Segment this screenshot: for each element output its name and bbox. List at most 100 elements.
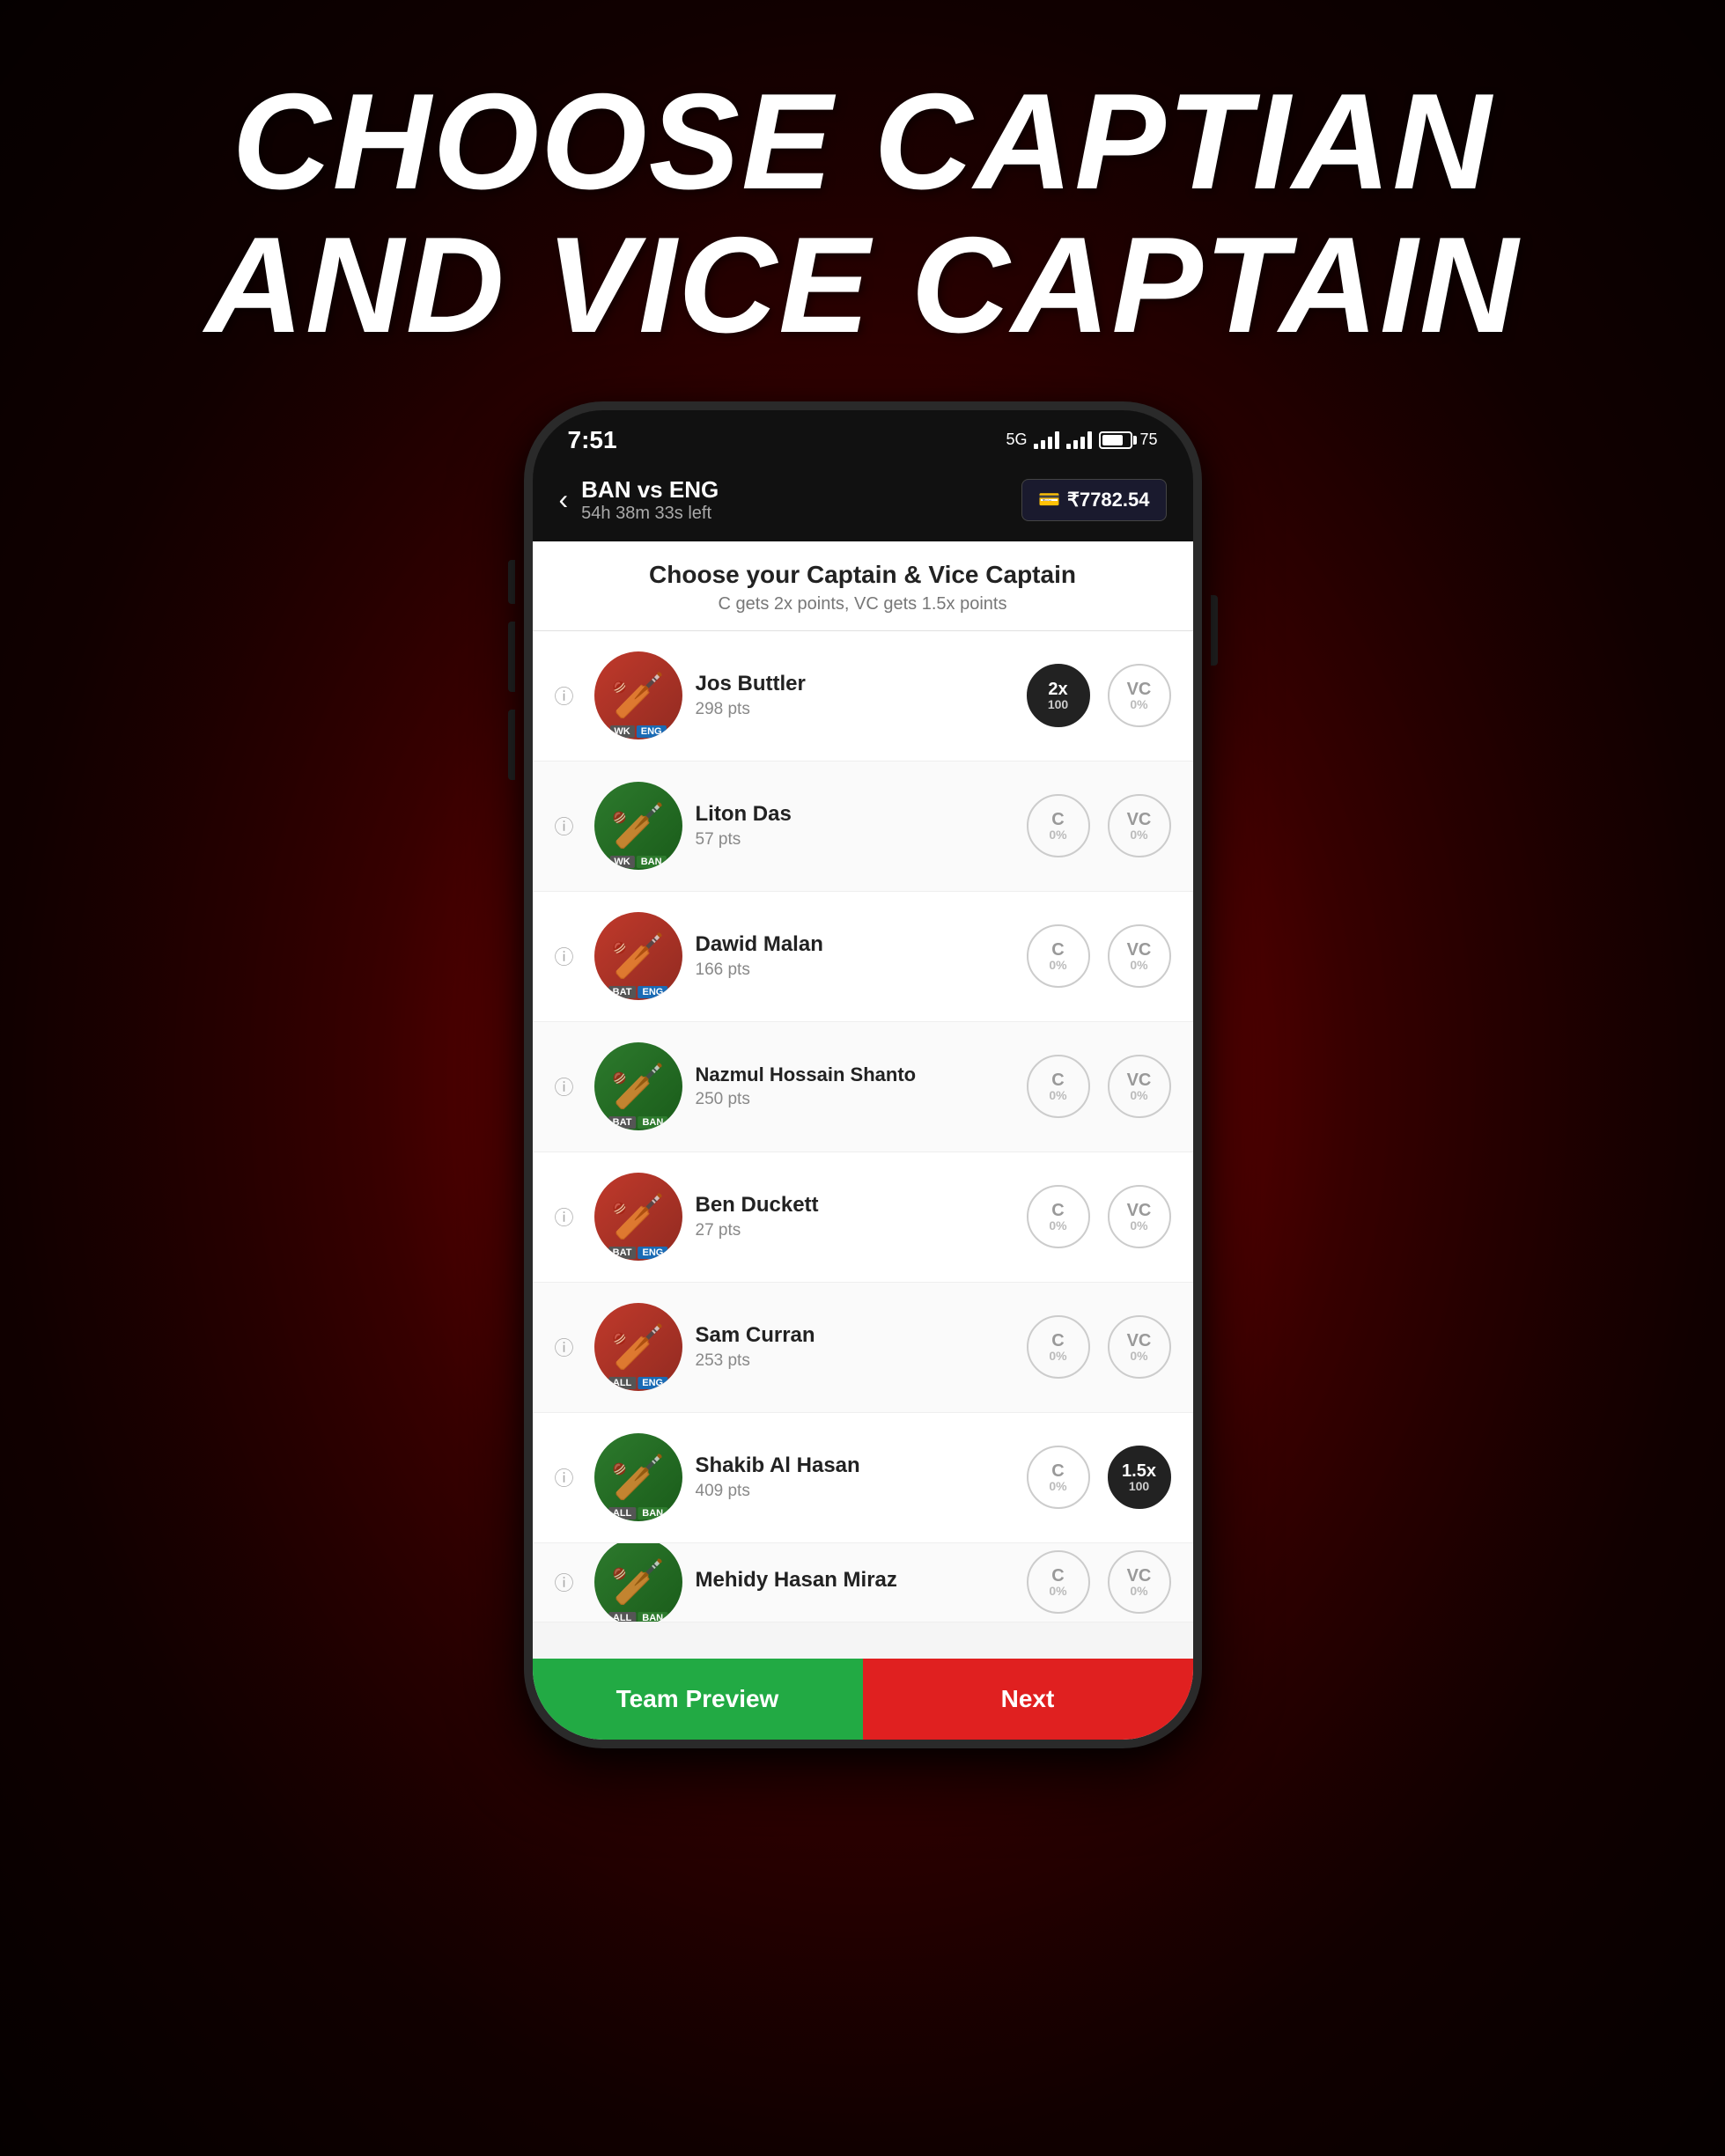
captain-pct: 0% xyxy=(1049,1350,1066,1362)
list-item: ⓘ 🏏 ALL ENG Sam Curran 253 pts xyxy=(533,1283,1193,1413)
player-details: Mehidy Hasan Miraz xyxy=(696,1568,1014,1596)
vice-captain-button[interactable]: VC 0% xyxy=(1108,1315,1171,1379)
info-icon[interactable]: ⓘ xyxy=(555,1568,581,1596)
captain-label: C xyxy=(1051,1071,1064,1089)
vice-captain-button[interactable]: VC 0% xyxy=(1108,1550,1171,1614)
captain-button[interactable]: C 0% xyxy=(1027,1055,1090,1118)
captain-buttons: C 0% 1.5x 100 xyxy=(1027,1446,1171,1509)
captain-button[interactable]: 2x 100 xyxy=(1027,664,1090,727)
signal-bars-icon xyxy=(1034,431,1059,449)
list-item: ⓘ 🏏 WK ENG Jos Buttler 298 pts xyxy=(533,631,1193,762)
app-header: ‹ BAN vs ENG 54h 38m 33s left 💳 ₹7782.54 xyxy=(533,463,1193,541)
player-name: Liton Das xyxy=(696,802,1014,827)
captain-button[interactable]: C 0% xyxy=(1027,1185,1090,1248)
info-icon[interactable]: ⓘ xyxy=(555,1203,581,1231)
back-button[interactable]: ‹ xyxy=(559,483,569,516)
captain-pct: 0% xyxy=(1049,1585,1066,1597)
info-icon[interactable]: ⓘ xyxy=(555,681,581,710)
captain-buttons: 2x 100 VC 0% xyxy=(1027,664,1171,727)
bottom-buttons: Team Preview Next xyxy=(533,1659,1193,1740)
role-tag-bat: BAT xyxy=(608,1247,637,1259)
captain-buttons: C 0% VC 0% xyxy=(1027,924,1171,988)
list-item: ⓘ 🏏 WK BAN Liton Das 57 pts xyxy=(533,762,1193,892)
role-tag-all: ALL xyxy=(608,1377,636,1389)
role-badge: ALL BAN xyxy=(608,1612,667,1623)
captain-pct: 0% xyxy=(1049,959,1066,971)
player-details: Sam Curran 253 pts xyxy=(696,1323,1014,1371)
captain-pct: 0% xyxy=(1049,828,1066,841)
player-details: Liton Das 57 pts xyxy=(696,802,1014,850)
info-icon[interactable]: ⓘ xyxy=(555,1463,581,1491)
avatar: 🏏 BAT BAN xyxy=(594,1042,682,1130)
next-button[interactable]: Next xyxy=(863,1659,1193,1740)
captain-label: 2x xyxy=(1048,681,1067,698)
player-face-icon: 🏏 xyxy=(594,1543,682,1623)
wifi-signal-icon xyxy=(1066,431,1092,449)
hero-title: CHOOSE CAPTIAN AND VICE CAPTAIN xyxy=(205,70,1520,357)
battery-fill xyxy=(1102,435,1123,445)
captain-button[interactable]: C 0% xyxy=(1027,924,1090,988)
team-tag-eng: ENG xyxy=(638,986,667,998)
player-name: Ben Duckett xyxy=(696,1193,1014,1218)
vice-captain-button[interactable]: 1.5x 100 xyxy=(1108,1446,1171,1509)
captain-label: C xyxy=(1051,1462,1064,1480)
header-left: ‹ BAN vs ENG 54h 38m 33s left xyxy=(559,476,719,524)
wallet-badge[interactable]: 💳 ₹7782.54 xyxy=(1021,479,1166,521)
player-name: Nazmul Hossain Shanto xyxy=(696,1063,1014,1086)
vice-captain-button[interactable]: VC 0% xyxy=(1108,664,1171,727)
phone-frame: 7:51 5G 75 ‹ xyxy=(524,401,1202,1748)
hero-line2: AND VICE CAPTAIN xyxy=(205,214,1520,357)
vc-label: 1.5x xyxy=(1122,1462,1156,1480)
captain-label: C xyxy=(1051,941,1064,959)
avatar: 🏏 ALL BAN xyxy=(594,1543,682,1623)
team-tag-ban: BAN xyxy=(638,1116,667,1129)
player-name: Jos Buttler xyxy=(696,672,1014,696)
player-details: Jos Buttler 298 pts xyxy=(696,672,1014,719)
vice-captain-button[interactable]: VC 0% xyxy=(1108,924,1171,988)
vice-captain-button[interactable]: VC 0% xyxy=(1108,794,1171,857)
app-content: Choose your Captain & Vice Captain C get… xyxy=(533,541,1193,1740)
silent-switch xyxy=(508,560,515,604)
role-tag-all: ALL xyxy=(608,1507,636,1520)
captain-buttons: C 0% VC 0% xyxy=(1027,1055,1171,1118)
list-item: ⓘ 🏏 ALL BAN Mehidy Hasan Miraz xyxy=(533,1543,1193,1623)
avatar: 🏏 WK ENG xyxy=(594,651,682,740)
role-tag-wk: WK xyxy=(609,725,634,738)
captain-button[interactable]: C 0% xyxy=(1027,1550,1090,1614)
vc-label: VC xyxy=(1127,681,1152,698)
battery-pct-label: 75 xyxy=(1139,430,1157,449)
status-icons: 5G 75 xyxy=(1006,430,1157,449)
team-preview-button[interactable]: Team Preview xyxy=(533,1659,863,1740)
status-bar: 7:51 5G 75 xyxy=(533,410,1193,463)
info-icon[interactable]: ⓘ xyxy=(555,1072,581,1100)
captain-label: C xyxy=(1051,1332,1064,1350)
vc-pct: 0% xyxy=(1130,1219,1147,1232)
match-title: BAN vs ENG xyxy=(581,476,719,504)
player-points: 253 pts xyxy=(696,1351,1014,1371)
vc-label: VC xyxy=(1127,1202,1152,1219)
vice-captain-button[interactable]: VC 0% xyxy=(1108,1185,1171,1248)
team-tag-eng: ENG xyxy=(638,1377,667,1389)
captain-button[interactable]: C 0% xyxy=(1027,1315,1090,1379)
player-points: 298 pts xyxy=(696,700,1014,719)
player-details: Shakib Al Hasan 409 pts xyxy=(696,1453,1014,1501)
player-name: Mehidy Hasan Miraz xyxy=(696,1568,1014,1593)
vice-captain-button[interactable]: VC 0% xyxy=(1108,1055,1171,1118)
battery-icon xyxy=(1099,431,1132,449)
list-item: ⓘ 🏏 BAT ENG Dawid Malan 166 pts xyxy=(533,892,1193,1022)
avatar: 🏏 ALL BAN xyxy=(594,1433,682,1521)
team-tag-ban: BAN xyxy=(637,856,667,868)
captain-pct: 0% xyxy=(1049,1219,1066,1232)
player-points: 27 pts xyxy=(696,1221,1014,1240)
status-time: 7:51 xyxy=(568,426,617,454)
captain-buttons: C 0% VC 0% xyxy=(1027,1185,1171,1248)
team-tag-eng: ENG xyxy=(638,1247,667,1259)
info-icon[interactable]: ⓘ xyxy=(555,1333,581,1361)
info-icon[interactable]: ⓘ xyxy=(555,812,581,840)
captain-buttons: C 0% VC 0% xyxy=(1027,1315,1171,1379)
captain-button[interactable]: C 0% xyxy=(1027,1446,1090,1509)
captain-button[interactable]: C 0% xyxy=(1027,794,1090,857)
vc-label: VC xyxy=(1127,1567,1152,1585)
content-subheading: C gets 2x points, VC gets 1.5x points xyxy=(559,594,1167,614)
info-icon[interactable]: ⓘ xyxy=(555,942,581,970)
